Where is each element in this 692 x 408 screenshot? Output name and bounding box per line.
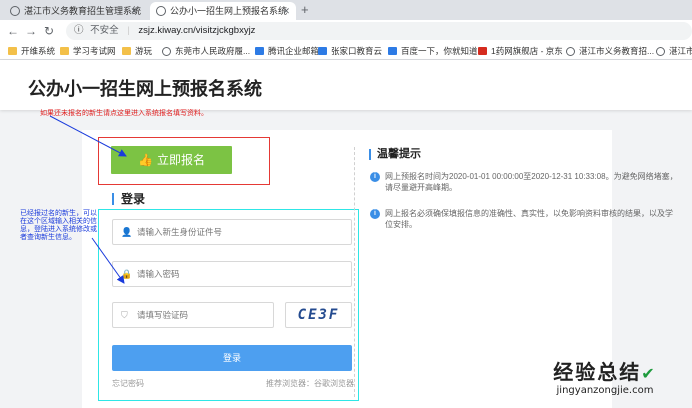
- watermark: 经验总结✔ jingyanzongjie.com: [520, 356, 690, 396]
- reload-icon[interactable]: ↻: [44, 23, 54, 39]
- close-tab-icon[interactable]: ✕: [130, 2, 138, 20]
- captcha-input[interactable]: ⛉ 请填写验证码: [112, 302, 274, 328]
- bookmarks-bar: 开维系统 学习考试网 游玩 东莞市人民政府履... 腾讯企业邮箱 张家口教育云 …: [0, 42, 692, 60]
- tab-registration-system[interactable]: 公办小一招生网上预报名系统 ✕: [150, 2, 296, 20]
- divider: [354, 147, 355, 397]
- folder-icon: [60, 47, 69, 55]
- login-title: 登录: [112, 193, 145, 205]
- address-toolbar: ← → ↻ ⓘ 不安全 | zsjz.kiway.cn/visitzjckgbx…: [0, 20, 692, 42]
- info-icon: i: [370, 172, 380, 182]
- address-bar[interactable]: ⓘ 不安全 | zsjz.kiway.cn/visitzjckgbxyjz: [66, 22, 692, 40]
- folder-icon: [122, 47, 131, 55]
- globe-icon: [566, 47, 575, 56]
- thumbs-up-icon: 👍: [138, 153, 153, 167]
- page-title: 公办小一招生网上预报名系统: [28, 79, 262, 99]
- forward-icon[interactable]: →: [25, 23, 37, 39]
- folder-icon: [8, 47, 17, 55]
- globe-icon: [156, 6, 166, 16]
- signup-label: 立即报名: [156, 153, 205, 167]
- tab-zhanjiang-system[interactable]: 湛江市义务教育招生管理系统 ✕: [4, 2, 144, 20]
- bookmark-item[interactable]: 湛江市义务教育招...: [566, 44, 654, 58]
- user-icon: 👤: [121, 227, 133, 237]
- bookmark-item[interactable]: 东莞市人民政府履...: [162, 44, 250, 58]
- checkmark-icon: ✔: [641, 366, 657, 383]
- id-number-input[interactable]: 👤 请输入新生身份证件号: [112, 219, 352, 245]
- tip-item: i 网上报名必须确保填报信息的准确性、真实性，以免影响资料审核的结果，以及学位安…: [370, 208, 680, 230]
- mail-icon: [255, 47, 264, 55]
- captcha-image[interactable]: CE3F: [285, 302, 352, 328]
- bookmark-item[interactable]: 学习考试网: [60, 44, 116, 58]
- signup-button[interactable]: 👍 立即报名: [111, 146, 232, 174]
- globe-icon: [162, 47, 171, 56]
- tip-item: i 网上预报名时间为2020-01-01 00:00:00至2020-12-31…: [370, 171, 680, 193]
- shield-icon: ⛉: [121, 310, 128, 320]
- forgot-password-link[interactable]: 忘记密码: [112, 378, 144, 389]
- annotation-signup-hint: 如果还未报名的新生请点这里进入系统报名填写资料。: [40, 109, 208, 117]
- info-icon: i: [370, 209, 380, 219]
- login-button[interactable]: 登录: [112, 345, 352, 371]
- page-header: 公办小一招生网上预报名系统: [0, 60, 692, 110]
- annotation-login-hint: 已经报过名的新生，可以在这个区域输入相关的信息，登陆进入系统修改或者查询新生信息…: [20, 209, 97, 241]
- bookmark-item[interactable]: 开维系统: [8, 44, 55, 58]
- bookmark-item[interactable]: 湛江市: [656, 44, 692, 58]
- bookmark-item[interactable]: 百度一下，你就知道: [388, 44, 478, 58]
- back-icon[interactable]: ←: [7, 23, 19, 39]
- watermark-text: 经验总结✔: [553, 362, 657, 384]
- security-label: 不安全: [90, 25, 119, 36]
- bookmark-item[interactable]: 张家口教育云: [318, 44, 382, 58]
- bookmark-item[interactable]: 1药网旗舰店 - 京东: [478, 44, 563, 58]
- tip-text: 网上预报名时间为2020-01-01 00:00:00至2020-12-31 1…: [385, 172, 678, 192]
- watermark-url: jingyanzongjie.com: [556, 385, 654, 396]
- globe-icon: [10, 6, 20, 16]
- info-icon[interactable]: ⓘ: [74, 25, 84, 36]
- cloud-icon: [318, 47, 327, 55]
- new-tab-button[interactable]: +: [301, 2, 309, 17]
- recommended-browsers: 推荐浏览器：谷歌浏览器: [266, 379, 354, 388]
- tips-title: 温馨提示: [369, 149, 421, 160]
- bookmark-item[interactable]: 腾讯企业邮箱: [255, 44, 319, 58]
- password-input[interactable]: 🔒 请输入密码: [112, 261, 352, 287]
- tab-title: 公办小一招生网上预报名系统: [170, 6, 288, 16]
- password-placeholder: 请输入密码: [137, 269, 180, 279]
- close-tab-icon[interactable]: ✕: [282, 2, 290, 20]
- lock-icon: 🔒: [121, 269, 133, 279]
- bookmark-item[interactable]: 游玩: [122, 44, 152, 58]
- globe-icon: [656, 47, 665, 56]
- captcha-placeholder: 请填写验证码: [137, 310, 189, 320]
- tip-text: 网上报名必须确保填报信息的准确性、真实性，以免影响资料审核的结果，以及学位安排。: [385, 209, 673, 229]
- jd-icon: [478, 47, 487, 55]
- id-placeholder: 请输入新生身份证件号: [137, 227, 223, 237]
- tab-title: 湛江市义务教育招生管理系统: [24, 6, 142, 16]
- url-text: zsjz.kiway.cn/visitzjckgbxyjz: [138, 25, 256, 36]
- tab-strip: 湛江市义务教育招生管理系统 ✕ 公办小一招生网上预报名系统 ✕ +: [0, 0, 692, 20]
- baidu-icon: [388, 47, 397, 55]
